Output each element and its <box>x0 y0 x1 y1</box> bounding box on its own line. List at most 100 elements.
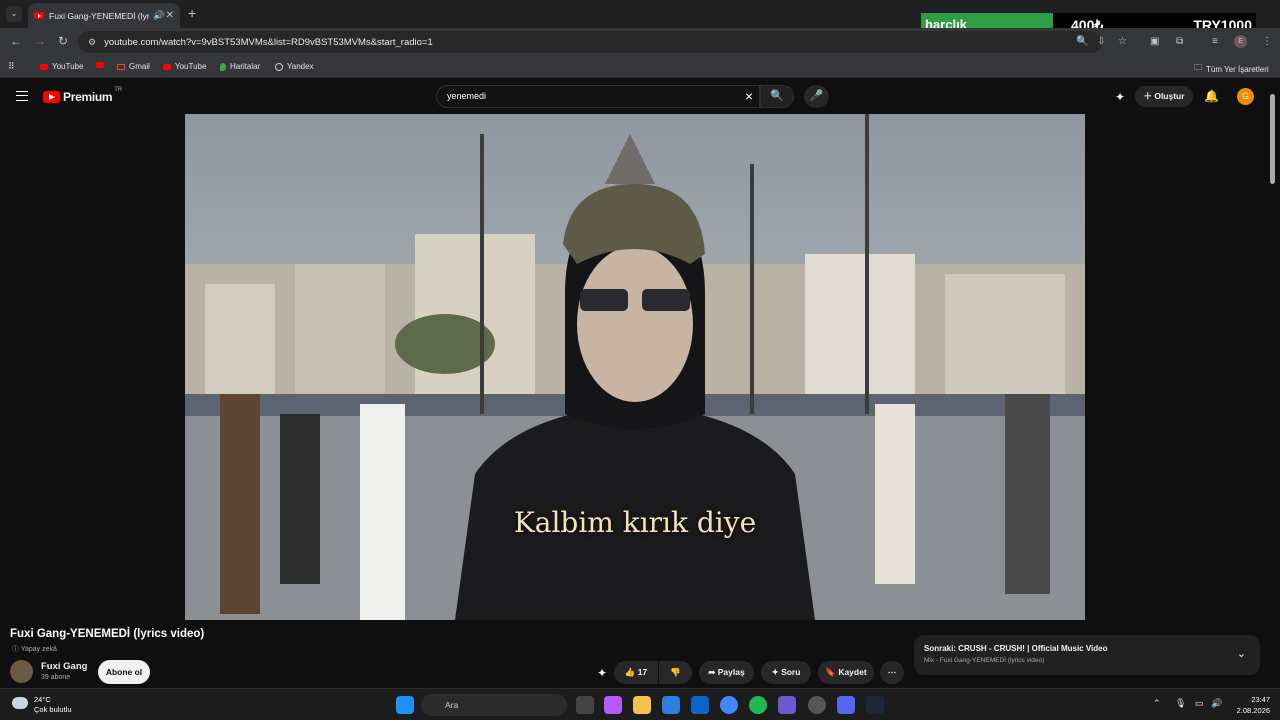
taskbar: 24°C Çok bulutlu Ara ⌃ 🎙 ▭ 🔊 23:47 2.08.… <box>0 688 1280 720</box>
app-icon[interactable] <box>778 696 796 714</box>
youtube-icon <box>43 91 60 103</box>
weather-desc: Çok bulutlu <box>34 705 72 714</box>
profile-icon[interactable]: E <box>1234 35 1247 48</box>
subscribe-button[interactable]: Abone ol <box>98 660 150 684</box>
github-icon[interactable] <box>808 696 826 714</box>
channel-name[interactable]: Fuxi Gang <box>41 661 87 672</box>
file-explorer-icon[interactable] <box>633 696 651 714</box>
bookmark-gmail[interactable]: Gmail <box>117 62 150 71</box>
share-button[interactable]: ➦ Paylaş <box>699 661 754 684</box>
clock[interactable]: 23:47 2.08.2026 <box>1228 694 1270 716</box>
cloud-icon <box>12 697 28 709</box>
store-icon[interactable] <box>662 696 680 714</box>
ai-badge: ⓘ Yapay zekâ <box>12 646 57 653</box>
bookmark-youtube[interactable]: YouTube <box>40 62 83 71</box>
network-icon[interactable]: ▭ <box>1195 698 1204 709</box>
back-icon[interactable]: ← <box>10 34 22 48</box>
weather-temp: 24°C <box>34 695 51 704</box>
extensions-puzzle-icon[interactable]: ⧉ <box>1176 36 1183 47</box>
bookmarks-bar: ⠿ YouTube Gmail YouTube Haritalar Yandex… <box>0 56 1280 78</box>
discord-icon[interactable] <box>837 696 855 714</box>
start-windows-icon[interactable] <box>396 696 414 714</box>
ai-info-icon: ⓘ <box>12 646 19 653</box>
channel-avatar[interactable] <box>10 660 33 683</box>
forward-icon[interactable]: → <box>34 34 46 48</box>
apps-icon[interactable]: ⠿ <box>8 61 15 72</box>
youtube-logo[interactable]: Premium TR <box>43 87 123 104</box>
site-info-icon[interactable]: ⚙ <box>88 37 96 48</box>
youtube-icon <box>40 63 48 70</box>
ask-button[interactable]: ✦ Soru <box>761 661 811 684</box>
tab-search-button[interactable]: ⌄ <box>6 6 22 22</box>
save-label: Kaydet <box>838 667 867 677</box>
outlook-icon[interactable] <box>691 696 709 714</box>
next-up-panel[interactable]: Sonraki: CRUSH - CRUSH! | Official Music… <box>914 635 1260 675</box>
like-count: 17 <box>637 667 648 677</box>
microphone-icon[interactable]: 🎙 <box>1175 698 1186 709</box>
more-actions-button[interactable]: ⋯ <box>880 661 904 684</box>
thumbs-up-icon: 👍 <box>624 667 636 677</box>
taskbar-search[interactable]: Ara <box>421 694 567 716</box>
browser-toolbar: ← → ↻ ⚙ youtube.com/watch?v=9vBST53MVMs&… <box>0 28 1280 56</box>
bookmark-youtube-3[interactable]: YouTube <box>163 62 206 71</box>
notifications-bell-icon[interactable]: 🔔 <box>1204 89 1219 103</box>
bookmark-maps[interactable]: Haritalar <box>220 62 260 71</box>
speaker-icon[interactable]: 🔊 <box>153 10 164 21</box>
zoom-icon[interactable]: 🔍 <box>1076 36 1088 47</box>
extension-icon[interactable]: ▣ <box>1150 36 1159 47</box>
search-placeholder: Ara <box>445 700 459 710</box>
voice-search-button[interactable]: 🎤 <box>804 85 829 108</box>
install-app-icon[interactable]: ⇩ <box>1097 36 1105 47</box>
scrollbar-thumb[interactable] <box>1270 94 1275 184</box>
bookmark-yandex[interactable]: Yandex <box>275 62 314 71</box>
task-view-icon[interactable] <box>576 696 594 714</box>
bookmark-youtube-2[interactable] <box>96 62 104 68</box>
chrome-icon[interactable] <box>720 696 738 714</box>
dislike-button[interactable]: 👎 <box>659 661 692 684</box>
create-label: Oluştur <box>1154 91 1185 101</box>
plus-icon: ＋ <box>1143 91 1152 101</box>
tab-close-button[interactable]: ✕ <box>166 10 174 21</box>
address-bar[interactable]: ⚙ youtube.com/watch?v=9vBST53MVMs&list=R… <box>78 31 1102 53</box>
search-value: yenemedi <box>447 91 487 101</box>
cast-icon[interactable]: ✦ <box>597 666 607 680</box>
copilot-icon[interactable] <box>604 696 622 714</box>
steam-icon[interactable] <box>866 696 884 714</box>
volume-icon[interactable]: 🔊 <box>1211 698 1222 709</box>
gmail-icon <box>117 63 125 70</box>
clear-search-icon[interactable]: × <box>745 86 753 107</box>
video-player[interactable]: Kalbim kırık diye <box>185 114 1085 620</box>
reload-icon[interactable]: ↻ <box>58 34 68 48</box>
new-tab-button[interactable]: + <box>188 5 196 21</box>
page-scrollbar[interactable] <box>1270 88 1276 688</box>
media-control-icon[interactable]: ≡ <box>1212 36 1218 47</box>
save-button[interactable]: 🔖 Kaydet <box>818 661 874 684</box>
tab-active[interactable]: Fuxi Gang-YENEMEDİ (lyrics 🔊 ✕ <box>28 3 180 28</box>
url-text: youtube.com/watch?v=9vBST53MVMs&list=RD9… <box>104 36 433 48</box>
tray-chevron-icon[interactable]: ⌃ <box>1153 698 1161 709</box>
thumbs-down-icon: 👎 <box>670 667 681 677</box>
chevron-down-icon[interactable]: ⌄ <box>1237 647 1246 660</box>
spotify-icon[interactable] <box>749 696 767 714</box>
guide-menu-icon[interactable] <box>16 91 28 101</box>
folder-icon: 🗀 <box>1194 63 1202 72</box>
lyric-caption: Kalbim kırık diye <box>513 506 757 539</box>
search-icon: 🔍 <box>770 90 784 102</box>
ask-label: Soru <box>781 667 801 677</box>
account-avatar[interactable]: G <box>1237 88 1254 105</box>
bookmark-icon: 🔖 <box>825 667 836 677</box>
region-code: TR <box>114 87 123 93</box>
more-icon: ⋯ <box>887 667 897 677</box>
video-title: Fuxi Gang-YENEMEDİ (lyrics video) <box>10 628 205 640</box>
youtube-icon <box>34 12 44 19</box>
all-bookmarks[interactable]: 🗀 Tüm Yer İşaretleri <box>1194 62 1269 76</box>
search-button[interactable]: 🔍 <box>760 85 794 108</box>
bookmark-star-icon[interactable]: ☆ <box>1118 36 1127 47</box>
cast-icon[interactable]: ✦ <box>1115 90 1125 104</box>
menu-icon[interactable]: ⋮ <box>1262 36 1272 47</box>
logo-text: Premium <box>63 90 113 104</box>
create-button[interactable]: ＋ Oluştur <box>1135 86 1193 107</box>
sparkle-icon: ✦ <box>771 667 779 677</box>
search-input[interactable]: yenemedi × <box>436 85 760 108</box>
like-button[interactable]: 👍 17 <box>614 661 658 684</box>
